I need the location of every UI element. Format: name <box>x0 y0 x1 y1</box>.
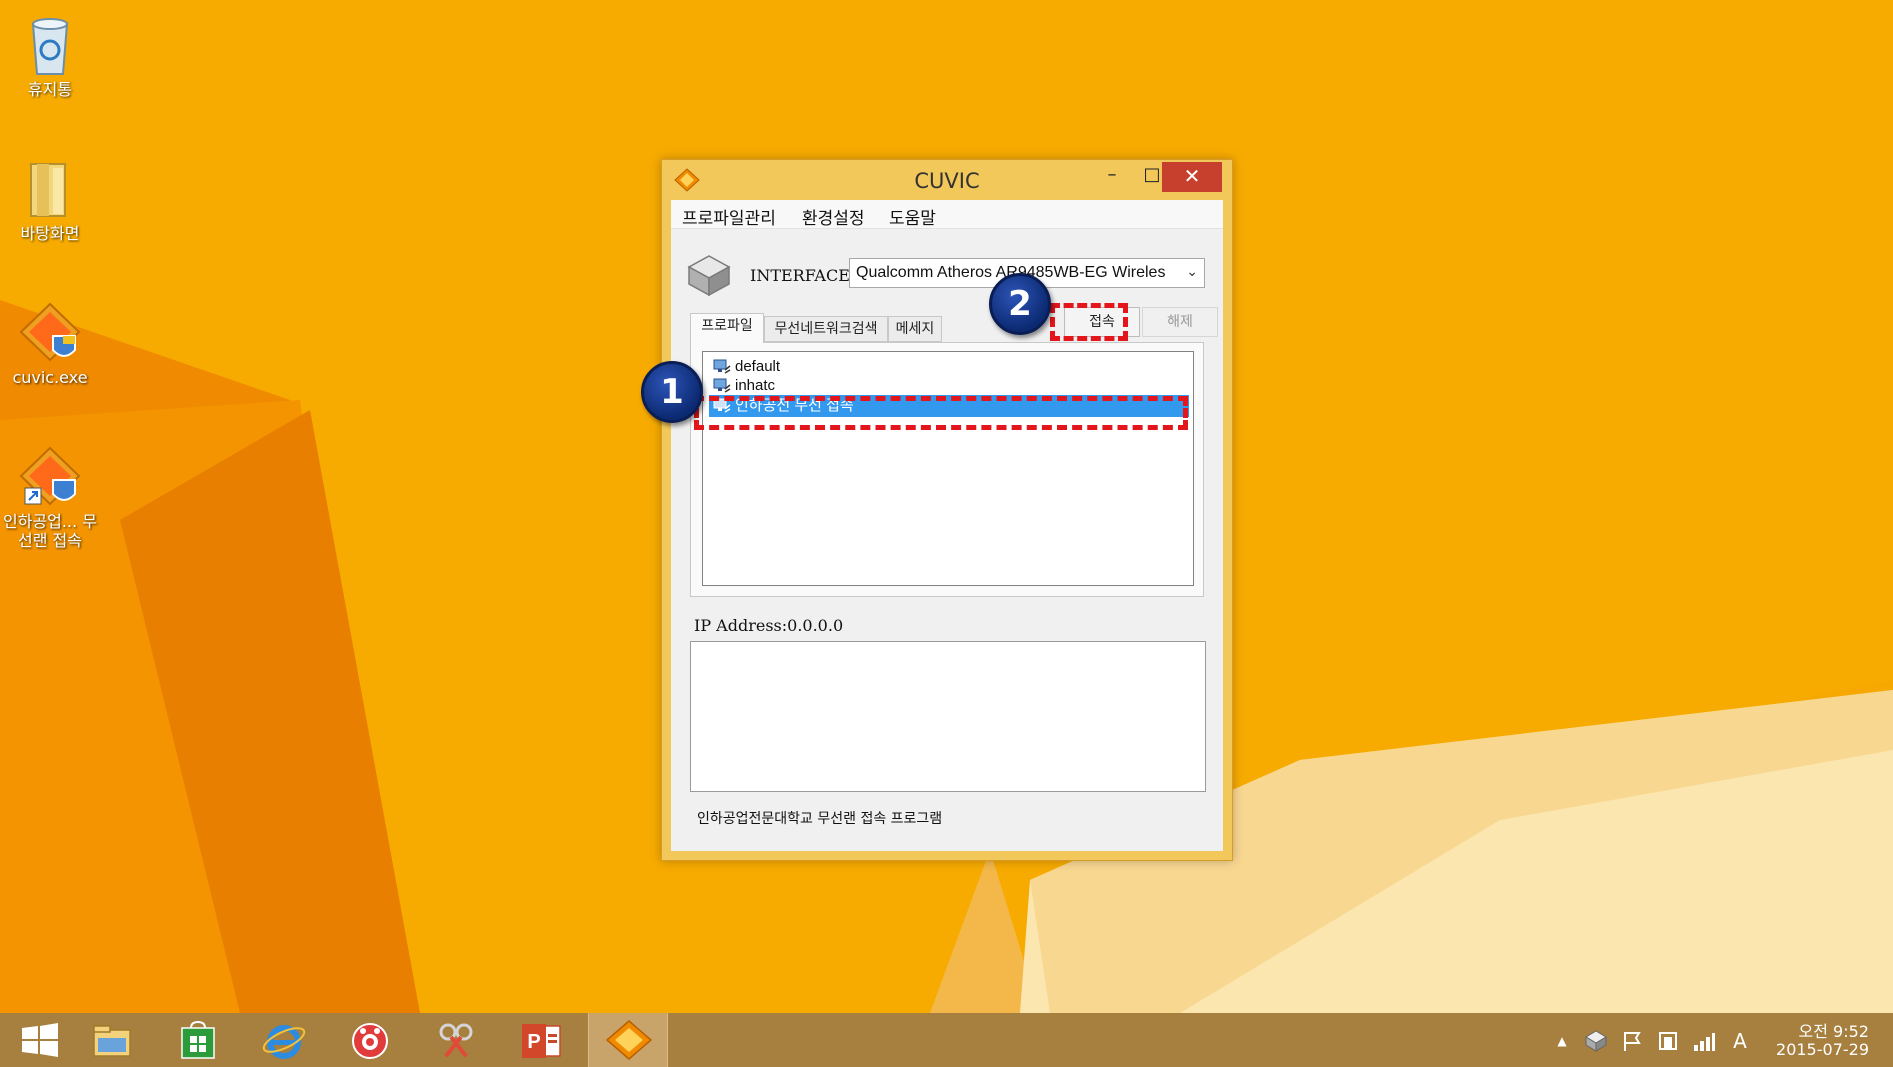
camera-app-icon <box>352 1023 388 1059</box>
network-profile-icon <box>713 377 731 395</box>
annotation-highlight-profile <box>694 396 1188 430</box>
menu-help[interactable]: 도움말 <box>889 204 936 229</box>
close-button[interactable]: ✕ <box>1162 162 1222 192</box>
file-explorer-icon <box>93 1025 131 1057</box>
recycle-bin-icon <box>19 14 81 76</box>
window-client-area: 프로파일관리 환경설정 도움말 INTERFACE Qualcomm Ather… <box>671 200 1223 851</box>
internet-explorer-icon <box>262 1025 306 1059</box>
desktop-icon-label: 휴지통 <box>27 80 73 99</box>
taskbar-powerpoint[interactable]: P <box>502 1013 582 1067</box>
taskbar: P <box>0 1013 1893 1067</box>
folder-icon <box>19 158 81 220</box>
tray-network-adapter-icon[interactable] <box>1584 1029 1608 1053</box>
clock-date[interactable]: 2015-07-29 <box>1749 1040 1869 1059</box>
minimize-button[interactable]: – <box>1092 162 1132 190</box>
ip-address-label: IP Address:0.0.0.0 <box>694 616 844 635</box>
cuvic-app-icon <box>19 302 81 364</box>
footer-text: 인하공업전문대학교 무선랜 접속 프로그램 <box>697 811 943 827</box>
menu-profile-management[interactable]: 프로파일관리 <box>682 204 776 229</box>
start-button[interactable] <box>0 1013 80 1067</box>
store-icon <box>181 1020 215 1059</box>
window-titlebar[interactable]: CUVIC – □ ✕ <box>662 160 1232 200</box>
desktop-icon-label: cuvic.exe <box>12 368 88 387</box>
desktop-icon-folder[interactable]: 바탕화면 <box>4 158 96 243</box>
powerpoint-icon: P <box>522 1024 561 1058</box>
disconnect-button[interactable]: 해제 <box>1142 307 1218 337</box>
cuvic-shortcut-icon <box>19 446 81 508</box>
taskbar-store[interactable] <box>158 1013 238 1067</box>
desktop: 휴지통 바탕화면 cuvic.exe 인하공업... 무선랜 접속 CUVIC … <box>0 0 1893 1067</box>
profile-item-label: inhatc <box>735 377 776 394</box>
desktop-icon-cuvic-exe[interactable]: cuvic.exe <box>4 302 96 387</box>
network-adapter-icon <box>687 253 731 297</box>
cuvic-window: CUVIC – □ ✕ 프로파일관리 환경설정 도움말 INTERFACE Qu… <box>661 159 1233 861</box>
taskbar-internet-explorer[interactable] <box>244 1013 324 1067</box>
profile-tab-panel: default inhatc 인하공전 무선 접속 <box>690 342 1204 597</box>
annotation-highlight-connect <box>1050 303 1128 341</box>
annotation-badge-2: 2 <box>989 273 1051 335</box>
signal-icon[interactable] <box>1692 1029 1716 1053</box>
taskbar-file-explorer[interactable] <box>72 1013 152 1067</box>
taskbar-cuvic[interactable] <box>588 1013 668 1067</box>
log-text-area[interactable] <box>690 641 1206 792</box>
battery-icon[interactable] <box>1656 1029 1680 1053</box>
interface-label: INTERFACE <box>750 266 850 285</box>
tab-wireless-scan[interactable]: 무선네트워크검색 <box>764 316 888 342</box>
start-icon <box>22 1023 58 1057</box>
tray-overflow-chevron[interactable]: ▲ <box>1550 1029 1574 1053</box>
svg-text:P: P <box>527 1031 540 1053</box>
desktop-icon-label: 인하공업... 무선랜 접속 <box>3 512 97 550</box>
desktop-icon-recycle-bin[interactable]: 휴지통 <box>4 14 96 99</box>
clock-time[interactable]: 오전 9:52 <box>1749 1018 1869 1042</box>
taskbar-snipping-tool[interactable] <box>416 1013 496 1067</box>
taskbar-camera-app[interactable] <box>330 1013 410 1067</box>
snipping-tool-icon <box>439 1023 473 1058</box>
network-profile-icon <box>713 358 731 376</box>
tab-message[interactable]: 메세지 <box>888 316 942 342</box>
annotation-badge-1: 1 <box>641 361 703 423</box>
tab-profile[interactable]: 프로파일 <box>690 313 764 343</box>
chevron-down-icon: ⌄ <box>1186 264 1198 280</box>
menu-bar: 프로파일관리 환경설정 도움말 <box>671 200 1223 229</box>
profile-item-inhatc[interactable]: inhatc <box>713 375 1193 397</box>
desktop-icon-label: 바탕화면 <box>20 224 80 243</box>
desktop-icon-cuvic-shortcut[interactable]: 인하공업... 무선랜 접속 <box>0 446 100 550</box>
profile-list[interactable]: default inhatc 인하공전 무선 접속 <box>702 351 1194 586</box>
cuvic-taskbar-icon <box>605 1020 653 1060</box>
flag-icon[interactable] <box>1620 1029 1644 1053</box>
menu-settings[interactable]: 환경설정 <box>802 204 865 229</box>
